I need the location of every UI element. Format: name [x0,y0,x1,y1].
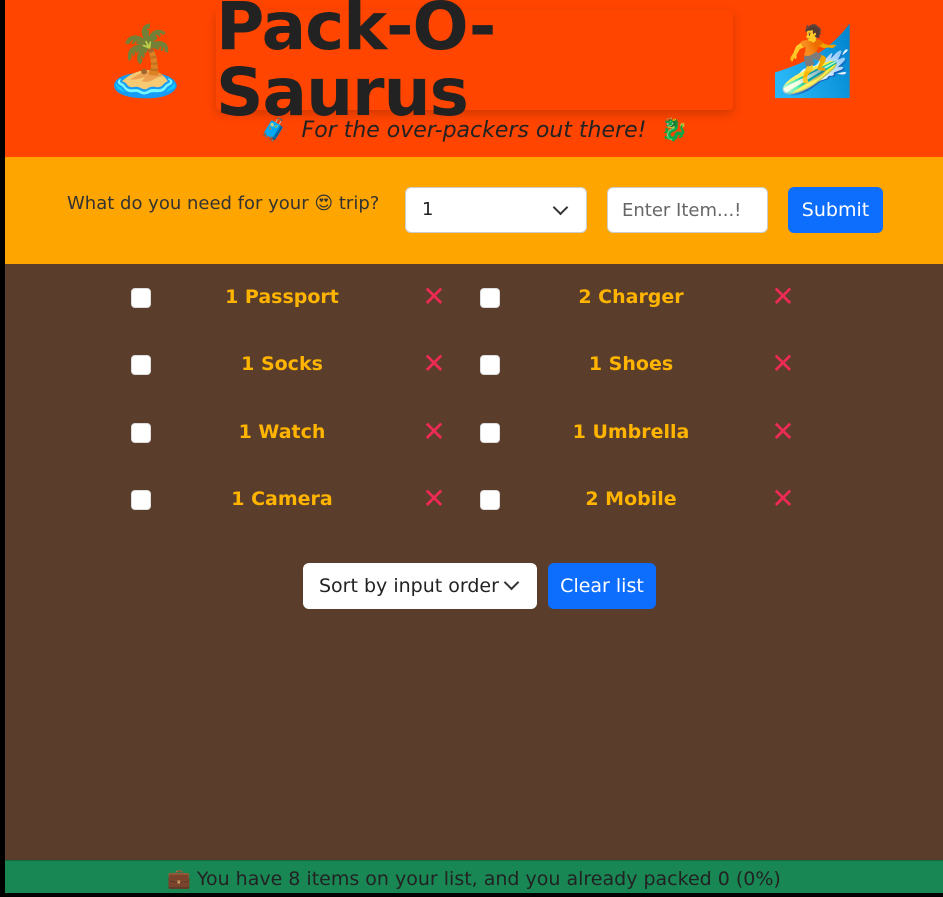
item-label: 2 Charger [578,286,684,308]
sort-select[interactable]: Sort by input order [303,563,537,609]
list-item: 1 Watch ✕ [5,413,446,453]
briefcase-icon: 💼 [167,868,191,890]
item-input[interactable] [607,187,768,233]
packed-checkbox[interactable] [131,355,151,375]
subtitle-text: For the over-packers out there! [301,118,647,143]
app-root: 🏝️ Pack-O-Saurus 🏄 🧳 For the over-packer… [5,0,943,893]
page-title: Pack-O-Saurus [216,0,496,131]
quantity-value: 1 [422,199,434,220]
delete-icon[interactable]: ✕ [770,283,796,311]
title-box: Pack-O-Saurus [216,0,733,126]
stats-footer: 💼 You have 8 items on your list, and you… [5,860,943,893]
item-label: 1 Umbrella [572,421,690,443]
dinosaur-icon: 🐉 [660,118,688,143]
packed-checkbox[interactable] [131,288,151,308]
submit-button[interactable]: Submit [788,187,883,233]
header: 🏝️ Pack-O-Saurus 🏄 🧳 For the over-packer… [5,0,943,157]
item-label: 2 Mobile [585,488,677,510]
chevron-down-icon [503,574,520,591]
list-item: 2 Mobile ✕ [354,480,795,520]
list-item: 2 Charger ✕ [354,278,795,318]
sort-value: Sort by input order [319,575,499,597]
clear-list-button[interactable]: Clear list [548,563,656,609]
packed-checkbox[interactable] [480,355,500,375]
question-prefix: What do you need for your [67,193,309,214]
question-suffix: trip? [338,193,380,214]
heart-eyes-icon: 😍 [314,193,334,214]
surfer-icon: 🏄 [770,22,855,101]
quantity-select[interactable]: 1 [405,187,587,233]
packed-checkbox[interactable] [131,423,151,443]
stats-text: You have 8 items on your list, and you a… [196,868,781,890]
form-question: What do you need for your 😍 trip? [67,193,379,214]
delete-icon[interactable]: ✕ [770,350,796,378]
delete-icon[interactable]: ✕ [770,418,796,446]
island-icon: 🏝️ [103,22,188,101]
packed-checkbox[interactable] [480,423,500,443]
chevron-down-icon [552,199,569,216]
subtitle: 🧳 For the over-packers out there! 🐉 [5,118,943,143]
packed-checkbox[interactable] [480,288,500,308]
delete-icon[interactable]: ✕ [770,485,796,513]
list-item: 1 Shoes ✕ [354,345,795,385]
list-item: 1 Socks ✕ [5,345,446,385]
list-item: 1 Camera ✕ [5,480,446,520]
list-item: 1 Passport ✕ [5,278,446,318]
item-label: 1 Shoes [588,353,674,375]
packed-checkbox[interactable] [131,490,151,510]
luggage-icon: 🧳 [260,118,288,143]
packed-checkbox[interactable] [480,490,500,510]
list-item: 1 Umbrella ✕ [354,413,795,453]
